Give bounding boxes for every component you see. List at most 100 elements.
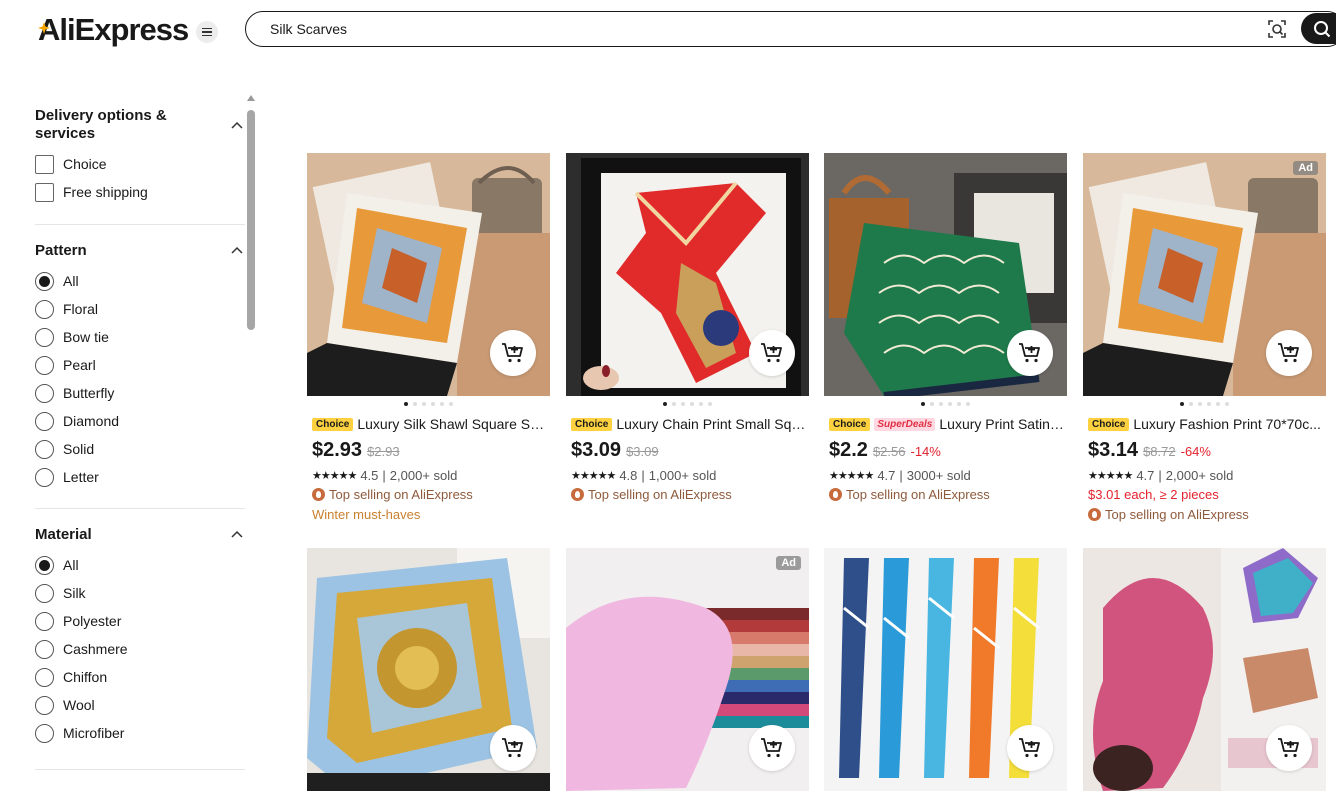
product-card[interactable]: Ad Choice Luxury Fashion Print 70*70c...… <box>1083 153 1326 524</box>
product-card[interactable] <box>824 548 1067 791</box>
radio-button[interactable] <box>35 583 54 603</box>
pattern-filter-title: Pattern <box>35 242 87 259</box>
add-to-cart-button[interactable] <box>1266 725 1312 771</box>
product-image[interactable] <box>824 548 1067 791</box>
rating-value: 4.7 <box>1136 467 1155 483</box>
radio-button[interactable] <box>35 555 54 575</box>
product-title-row[interactable]: Choice Luxury Fashion Print 70*70c... <box>1083 414 1326 434</box>
option-label: Polyester <box>63 613 122 629</box>
add-to-cart-button[interactable] <box>749 725 795 771</box>
product-image[interactable] <box>307 548 550 791</box>
add-to-cart-button[interactable] <box>1007 330 1053 376</box>
filter-option-choice[interactable]: Choice <box>35 150 245 178</box>
menu-button[interactable] <box>196 21 218 43</box>
add-to-cart-button[interactable] <box>490 330 536 376</box>
image-carousel-dots[interactable] <box>307 398 550 410</box>
rating-row: ★★★★★ 4.8 | 1,000+ sold <box>566 466 809 484</box>
chevron-up-icon[interactable] <box>231 246 243 254</box>
chevron-up-icon[interactable] <box>231 121 243 129</box>
chevron-up-icon[interactable] <box>231 530 243 538</box>
material-option-microfiber[interactable]: Microfiber <box>35 719 245 747</box>
radio-button[interactable] <box>35 611 54 631</box>
pattern-option-floral[interactable]: Floral <box>35 295 245 323</box>
search-input[interactable] <box>270 19 1170 39</box>
search-button[interactable] <box>1301 13 1336 44</box>
cart-plus-icon <box>1278 738 1299 758</box>
product-card[interactable]: Choice Luxury Chain Print Small Squ... $… <box>566 153 809 504</box>
radio-button[interactable] <box>35 355 54 375</box>
product-title[interactable]: Luxury Print Satin S... <box>939 416 1067 432</box>
product-card[interactable]: Choice SuperDeals Luxury Print Satin S..… <box>824 153 1067 504</box>
option-label: Pearl <box>63 357 96 373</box>
scroll-up-arrow-icon[interactable] <box>247 95 255 101</box>
discount-percent: -64% <box>1180 444 1211 459</box>
pattern-option-pearl[interactable]: Pearl <box>35 351 245 379</box>
product-card[interactable] <box>307 548 550 791</box>
material-option-cashmere[interactable]: Cashmere <box>35 635 245 663</box>
add-to-cart-button[interactable] <box>490 725 536 771</box>
radio-button[interactable] <box>35 439 54 459</box>
product-title[interactable]: Luxury Chain Print Small Squ... <box>616 416 809 432</box>
image-search-icon[interactable] <box>1266 18 1288 40</box>
product-card[interactable]: Choice Luxury Silk Shawl Square Sca... $… <box>307 153 550 524</box>
add-to-cart-button[interactable] <box>749 330 795 376</box>
product-card[interactable]: Ad <box>566 548 809 791</box>
delivery-filter-header[interactable]: Delivery options & services <box>35 100 245 150</box>
product-price: $2.2 <box>829 439 868 461</box>
product-image[interactable]: Ad <box>1083 153 1326 396</box>
material-option-wool[interactable]: Wool <box>35 691 245 719</box>
product-image[interactable] <box>307 153 550 396</box>
radio-button[interactable] <box>35 723 54 743</box>
image-carousel-dots[interactable] <box>566 398 809 410</box>
aliexpress-logo[interactable]: AliExpress <box>38 12 189 48</box>
product-title[interactable]: Luxury Fashion Print 70*70c... <box>1133 416 1321 432</box>
pattern-option-butterfly[interactable]: Butterfly <box>35 379 245 407</box>
material-option-chiffon[interactable]: Chiffon <box>35 663 245 691</box>
checkbox[interactable] <box>35 154 54 174</box>
product-card[interactable] <box>1083 548 1326 791</box>
sold-count: 2,000+ sold <box>389 467 458 483</box>
ad-tag: Ad <box>1293 161 1318 175</box>
pattern-option-solid[interactable]: Solid <box>35 435 245 463</box>
pattern-option-all[interactable]: All <box>35 267 245 295</box>
image-carousel-dots[interactable] <box>1083 398 1326 410</box>
radio-button[interactable] <box>35 299 54 319</box>
radio-button[interactable] <box>35 667 54 687</box>
pattern-filter-header[interactable]: Pattern <box>35 225 245 267</box>
radio-button[interactable] <box>35 467 54 487</box>
pattern-option-bow-tie[interactable]: Bow tie <box>35 323 245 351</box>
material-filter-header[interactable]: Material <box>35 509 245 551</box>
material-option-silk[interactable]: Silk <box>35 579 245 607</box>
cart-plus-icon <box>502 738 523 758</box>
add-to-cart-button[interactable] <box>1007 725 1053 771</box>
product-title-row[interactable]: Choice Luxury Chain Print Small Squ... <box>566 414 809 434</box>
image-carousel-dots[interactable] <box>824 398 1067 410</box>
product-image[interactable] <box>1083 548 1326 791</box>
product-price: $3.09 <box>571 439 622 461</box>
radio-button[interactable] <box>35 695 54 715</box>
sidebar-scrollbar[interactable] <box>247 110 255 330</box>
rating-row: ★★★★★ 4.7 | 2,000+ sold <box>1083 466 1326 484</box>
product-image[interactable] <box>566 153 809 396</box>
radio-button[interactable] <box>35 327 54 347</box>
product-image[interactable]: Ad <box>566 548 809 791</box>
product-title-row[interactable]: Choice Luxury Silk Shawl Square Sca... <box>307 414 550 434</box>
hamburger-icon <box>202 28 212 35</box>
pattern-option-letter[interactable]: Letter <box>35 463 245 491</box>
product-image[interactable] <box>824 153 1067 396</box>
search-icon <box>1314 21 1331 38</box>
radio-button[interactable] <box>35 411 54 431</box>
radio-button[interactable] <box>35 383 54 403</box>
material-option-all[interactable]: All <box>35 551 245 579</box>
filter-option-free-shipping[interactable]: Free shipping <box>35 178 245 206</box>
flame-icon <box>571 487 584 501</box>
radio-button[interactable] <box>35 271 54 291</box>
material-option-polyester[interactable]: Polyester <box>35 607 245 635</box>
product-title[interactable]: Luxury Silk Shawl Square Sca... <box>357 416 550 432</box>
discount-percent: -14% <box>910 444 941 459</box>
pattern-option-diamond[interactable]: Diamond <box>35 407 245 435</box>
checkbox[interactable] <box>35 182 54 202</box>
radio-button[interactable] <box>35 639 54 659</box>
product-title-row[interactable]: Choice SuperDeals Luxury Print Satin S..… <box>824 414 1067 434</box>
add-to-cart-button[interactable] <box>1266 330 1312 376</box>
